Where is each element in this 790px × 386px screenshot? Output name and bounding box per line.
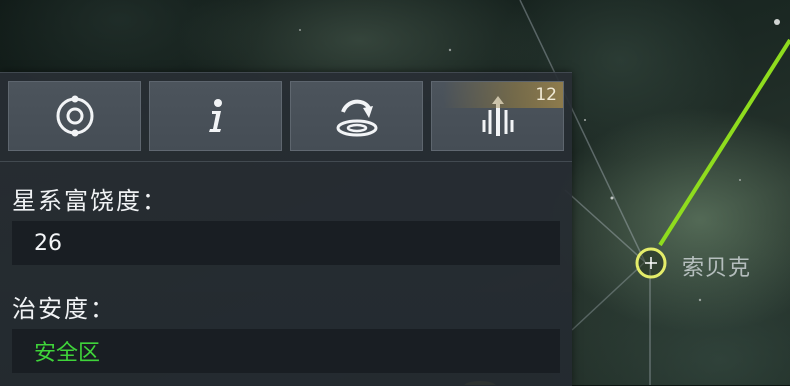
panel-toolbar: 12	[8, 81, 566, 153]
security-label: 治安度：	[12, 295, 116, 323]
warp-to-button[interactable]	[290, 81, 423, 151]
hyperlane	[564, 189, 646, 263]
info-icon	[208, 99, 222, 132]
warp-target-icon	[336, 99, 377, 137]
prosperity-label: 星系富饶度：	[12, 187, 168, 215]
panel-divider	[0, 161, 572, 162]
prosperity-value: 26	[12, 221, 560, 265]
security-value: 安全区	[12, 329, 560, 373]
upgrade-count-badge: 12	[443, 82, 563, 108]
hyperlane	[571, 261, 646, 331]
orbit-icon	[56, 95, 93, 137]
system-info-panel: 12 星系富饶度： 26 治安度： 安全区	[0, 72, 572, 386]
info-button[interactable]	[149, 81, 282, 151]
orbit-button[interactable]	[8, 81, 141, 151]
system-node-sobek[interactable]	[635, 247, 667, 279]
upgrade-button[interactable]: 12	[431, 81, 564, 151]
active-route-lane	[658, 38, 790, 247]
system-name-label[interactable]: 索贝克	[682, 250, 751, 282]
